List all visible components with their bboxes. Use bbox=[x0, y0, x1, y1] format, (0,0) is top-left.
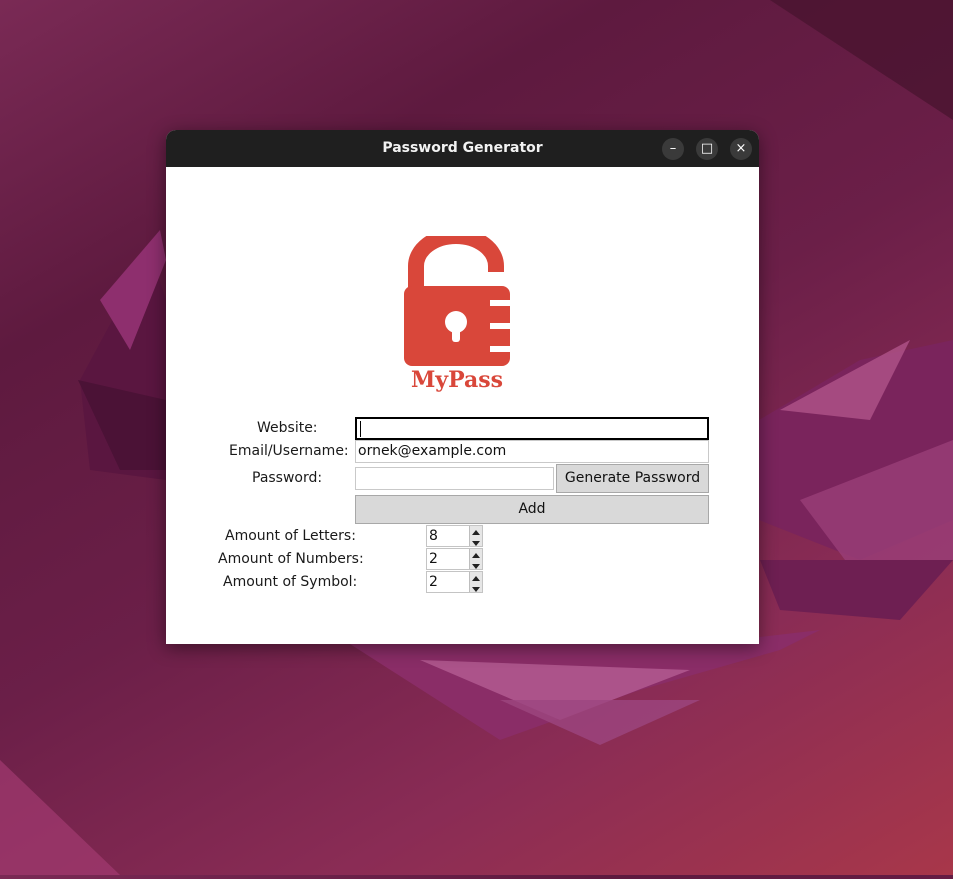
symbols-value: 2 bbox=[429, 574, 438, 590]
password-input[interactable] bbox=[355, 467, 554, 490]
password-label: Password: bbox=[252, 470, 323, 486]
website-label: Website: bbox=[257, 420, 318, 436]
app-window: Password Generator – □ × MyPass Website: bbox=[166, 130, 759, 644]
maximize-icon: □ bbox=[700, 141, 714, 156]
numbers-up-arrow-icon[interactable] bbox=[469, 549, 482, 559]
text-cursor bbox=[360, 421, 361, 437]
email-label: Email/Username: bbox=[229, 443, 349, 459]
numbers-label: Amount of Numbers: bbox=[218, 551, 364, 567]
letters-value: 8 bbox=[429, 528, 438, 544]
minimize-button[interactable]: – bbox=[662, 138, 684, 160]
add-button[interactable]: Add bbox=[355, 495, 709, 524]
numbers-value: 2 bbox=[429, 551, 438, 567]
generate-password-button[interactable]: Generate Password bbox=[556, 464, 709, 493]
letters-label: Amount of Letters: bbox=[225, 528, 356, 544]
symbols-up-arrow-icon[interactable] bbox=[469, 572, 482, 582]
window-content: MyPass Website: Email/Username: ornek@ex… bbox=[166, 167, 759, 644]
logo-text: MyPass bbox=[411, 367, 503, 393]
close-icon: × bbox=[735, 141, 747, 156]
email-input[interactable]: ornek@example.com bbox=[355, 440, 709, 463]
titlebar[interactable]: Password Generator – □ × bbox=[166, 130, 759, 167]
letters-down-arrow-icon[interactable] bbox=[469, 536, 482, 546]
symbols-down-arrow-icon[interactable] bbox=[469, 582, 482, 592]
mypass-logo: MyPass bbox=[404, 236, 510, 393]
maximize-button[interactable]: □ bbox=[696, 138, 718, 160]
website-input[interactable] bbox=[355, 417, 709, 440]
minimize-icon: – bbox=[669, 141, 677, 156]
numbers-spinbox[interactable]: 2 bbox=[426, 548, 483, 570]
symbols-label: Amount of Symbol: bbox=[223, 574, 358, 590]
letters-spinbox[interactable]: 8 bbox=[426, 525, 483, 547]
letters-up-arrow-icon[interactable] bbox=[469, 526, 482, 536]
close-button[interactable]: × bbox=[730, 138, 752, 160]
numbers-down-arrow-icon[interactable] bbox=[469, 559, 482, 569]
symbols-spinbox[interactable]: 2 bbox=[426, 571, 483, 593]
